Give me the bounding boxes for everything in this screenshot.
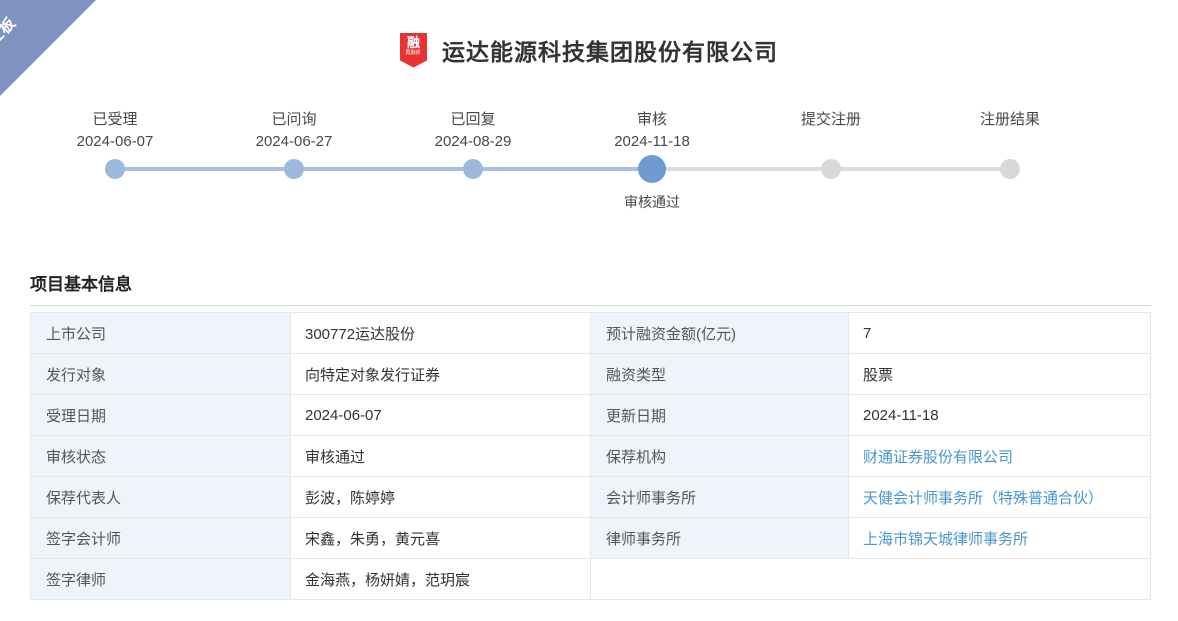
- timeline-step-name: 已受理: [25, 110, 205, 130]
- badge-char: 融: [407, 36, 420, 50]
- table-row-label: 更新日期: [591, 395, 849, 436]
- timeline-step-3: 已回复2024-08-29: [383, 110, 563, 152]
- timeline-step-date: 2024-06-07: [25, 132, 205, 152]
- table-value-link[interactable]: 天健会计师事务所（特殊普通合伙）: [863, 487, 1103, 508]
- table-row-label: 预计融资金额(亿元): [591, 313, 849, 354]
- table-row-label: 受理日期: [31, 395, 291, 436]
- table-row-value: 股票: [849, 354, 1151, 395]
- table-row-label: 发行对象: [31, 354, 291, 395]
- page-header: 融 再融资 运达能源科技集团股份有限公司: [0, 30, 1178, 70]
- table-row-value: 财通证券股份有限公司: [849, 436, 1151, 477]
- timeline-step-name: 审核: [562, 110, 742, 130]
- table-row-value: 宋鑫，朱勇，黄元喜: [291, 518, 591, 559]
- timeline-step-note: 审核通过: [562, 192, 742, 212]
- refinancing-badge-icon: 融 再融资: [400, 33, 427, 68]
- table-row-label: 签字律师: [31, 559, 291, 600]
- board-ribbon: 创业板: [0, 0, 96, 96]
- project-info-section: 项目基本信息 上市公司300772运达股份预计融资金额(亿元)7 发行对象向特定对…: [30, 270, 1151, 600]
- project-info-table: 上市公司300772运达股份预计融资金额(亿元)7 发行对象向特定对象发行证券融资…: [30, 312, 1151, 600]
- table-row-value: 2024-06-07: [291, 395, 591, 436]
- badge-subtext: 再融资: [406, 50, 421, 56]
- timeline-node-done-icon: [463, 159, 483, 179]
- table-row-value: 天健会计师事务所（特殊普通合伙）: [849, 477, 1151, 518]
- board-ribbon-label: 创业板: [0, 1, 32, 72]
- table-row-label: 签字会计师: [31, 518, 291, 559]
- table-row-value: 7: [849, 313, 1151, 354]
- table-value-link[interactable]: 财通证券股份有限公司: [863, 446, 1013, 467]
- table-value-link[interactable]: 上海市锦天城律师事务所: [863, 528, 1028, 549]
- section-title: 项目基本信息: [30, 270, 1151, 306]
- timeline-step-date: 2024-06-27: [204, 132, 384, 152]
- table-row-value: 向特定对象发行证券: [291, 354, 591, 395]
- table-row-label: 融资类型: [591, 354, 849, 395]
- timeline-step-2: 已问询2024-06-27: [204, 110, 384, 152]
- table-row-label: 保荐代表人: [31, 477, 291, 518]
- table-row-value: 上海市锦天城律师事务所: [849, 518, 1151, 559]
- timeline-step-name: 已回复: [383, 110, 563, 130]
- table-row-value: 金海燕，杨妍婧，范玥宸: [291, 559, 591, 600]
- timeline-node-done-icon: [105, 159, 125, 179]
- table-row-empty-cell: [591, 559, 1151, 600]
- timeline-step-date: 2024-11-18: [562, 132, 742, 152]
- company-title: 运达能源科技集团股份有限公司: [442, 33, 778, 67]
- table-row-label: 上市公司: [31, 313, 291, 354]
- table-row-label: 律师事务所: [591, 518, 849, 559]
- timeline-node-active-icon: [638, 155, 666, 183]
- timeline-step-name: 提交注册: [741, 110, 921, 130]
- timeline-step-name: 已问询: [204, 110, 384, 130]
- timeline-step-1: 已受理2024-06-07: [25, 110, 205, 152]
- timeline-step-date: 2024-08-29: [383, 132, 563, 152]
- table-row-value: 300772运达股份: [291, 313, 591, 354]
- page: { "colors": { "ribbon_bg": "#7e93c0", "b…: [0, 0, 1178, 621]
- timeline-line-completed: [115, 167, 652, 171]
- table-row-label: 保荐机构: [591, 436, 849, 477]
- table-row-value: 2024-11-18: [849, 395, 1151, 436]
- table-row-value: 彭波，陈婷婷: [291, 477, 591, 518]
- timeline-node-pending-icon: [821, 159, 841, 179]
- timeline-step-4: 审核2024-11-18: [562, 110, 742, 152]
- table-row-value: 审核通过: [291, 436, 591, 477]
- review-progress-timeline: 已受理2024-06-07已问询2024-06-27已回复2024-08-29审…: [0, 110, 1178, 222]
- timeline-step-5: 提交注册: [741, 110, 921, 132]
- timeline-step-name: 注册结果: [920, 110, 1100, 130]
- table-row-label: 会计师事务所: [591, 477, 849, 518]
- timeline-node-pending-icon: [1000, 159, 1020, 179]
- timeline-node-done-icon: [284, 159, 304, 179]
- table-row-label: 审核状态: [31, 436, 291, 477]
- timeline-step-6: 注册结果: [920, 110, 1100, 132]
